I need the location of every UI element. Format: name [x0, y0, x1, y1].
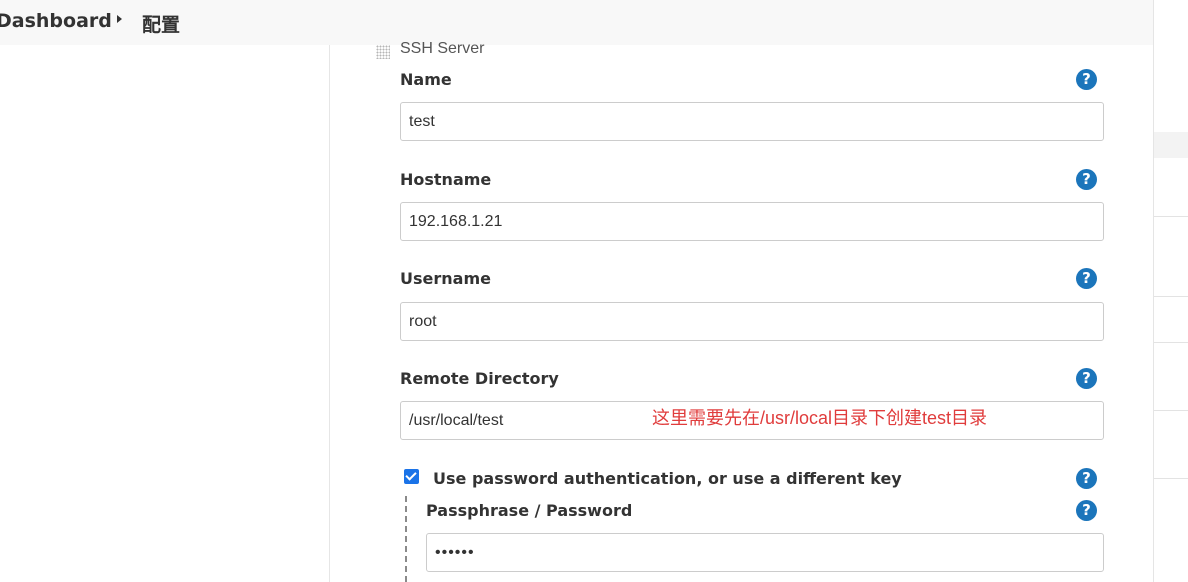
help-icon[interactable]: ?	[1076, 468, 1097, 489]
hostname-label: Hostname	[400, 170, 492, 189]
remote-directory-label: Remote Directory	[400, 369, 559, 388]
help-icon[interactable]: ?	[1076, 268, 1097, 289]
breadcrumb: Dashboard 配置	[0, 0, 1153, 45]
annotation-note: 这里需要先在/usr/local目录下创建test目录	[652, 408, 988, 428]
right-panel-divider	[1154, 342, 1188, 343]
username-label: Username	[400, 269, 491, 288]
right-panel-divider	[1154, 216, 1188, 217]
help-icon[interactable]: ?	[1076, 169, 1097, 190]
hostname-field[interactable]: 192.168.1.21	[400, 202, 1104, 241]
section-title: SSH Server	[400, 40, 485, 57]
right-panel-divider	[1154, 410, 1188, 411]
username-field[interactable]: root	[400, 302, 1104, 341]
passphrase-label: Passphrase / Password	[426, 501, 633, 520]
help-icon[interactable]: ?	[1076, 500, 1097, 521]
side-panel-divider	[329, 45, 330, 582]
help-icon[interactable]: ?	[1076, 368, 1097, 389]
name-label: Name	[400, 70, 452, 89]
nested-section-indicator	[405, 496, 407, 582]
jenkins-config-page: Dashboard 配置 SSH Server Name ? test Host…	[0, 0, 1188, 582]
right-panel-divider	[1154, 478, 1188, 479]
right-side-panel	[1153, 0, 1188, 582]
breadcrumb-config: 配置	[142, 14, 181, 36]
chevron-right-icon	[117, 15, 122, 23]
use-password-label[interactable]: Use password authentication, or use a di…	[433, 469, 902, 488]
right-panel-divider	[1154, 296, 1188, 297]
help-icon[interactable]: ?	[1076, 69, 1097, 90]
breadcrumb-dashboard-link[interactable]: Dashboard	[0, 10, 112, 32]
drag-handle-icon[interactable]	[376, 45, 390, 59]
use-password-checkbox[interactable]	[404, 469, 419, 484]
name-field[interactable]: test	[400, 102, 1104, 141]
right-panel-shade	[1154, 132, 1188, 158]
passphrase-field[interactable]: ••••••	[426, 533, 1104, 572]
